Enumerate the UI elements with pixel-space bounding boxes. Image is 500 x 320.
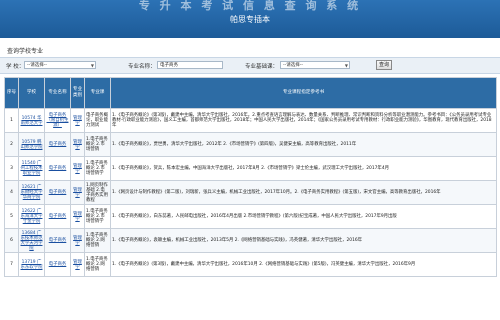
- category-link[interactable]: 管理学: [70, 252, 85, 277]
- col-header-major: 专业名称: [44, 77, 71, 109]
- table-row: 4 12621 广东财经大学华商学院 电子商务 管理学 1.网页制作基础 2.电…: [4, 180, 497, 205]
- course-cell: 1.电子商务概论 2.市场营销学: [84, 204, 111, 229]
- header-banner: 专 升 本 考 试 信 息 查 询 系 统 帕思专插本: [0, 0, 500, 38]
- category-select-value: --请选择--: [283, 63, 303, 68]
- books-cell: 1.《电子商务概论》，袁颖主编，机械工业出版社，2013年5月 2.《网络营销基…: [110, 228, 497, 253]
- school-link[interactable]: 11540 广州工程技术职业学院: [18, 156, 45, 181]
- row-no: 3: [4, 156, 19, 181]
- major-link[interactable]: 电子商务: [44, 156, 71, 181]
- school-link[interactable]: 12621 广东财经大学华商学院: [18, 180, 45, 205]
- course-cell: 1.电子商务概论 2.市场营销: [84, 132, 111, 157]
- major-input-value: 电子商务: [160, 63, 178, 68]
- category-select[interactable]: --请选择-- ▼: [280, 61, 350, 69]
- table-row: 3 11540 广州工程技术职业学院 电子商务 管理学 1.电子商务概论 2.市…: [4, 156, 497, 181]
- school-link[interactable]: 13684 广东技术师范大学天河学院: [18, 228, 45, 253]
- course-cell: 1.电子商务概论 2.网络营销: [84, 252, 111, 277]
- major-link[interactable]: 电子商务: [44, 132, 71, 157]
- section-title: 查询学校专业: [7, 48, 44, 55]
- banner-title: 专 升 本 考 试 信 息 查 询 系 统: [138, 0, 362, 12]
- row-no: 6: [4, 228, 19, 253]
- chevron-down-icon: ▼: [344, 63, 348, 68]
- books-cell: 1.《电子商务概论》(第3版)，戴建中主编，清华大学出版社，2016年。2.重点…: [110, 108, 497, 133]
- category-link[interactable]: 管理学: [70, 228, 85, 253]
- major-link[interactable]: 电子商务: [44, 228, 71, 253]
- row-no: 5: [4, 204, 19, 229]
- school-label: 学 校：: [6, 64, 25, 70]
- books-cell: 1.《电子商务概论》，白东蕊著，人民邮电出版社，2016年4月出版 2.市场营销…: [110, 204, 497, 229]
- table-row: 1 10574 华南师范大学 电子商务（限自招生源） 管理学 电子商务概论，职业…: [4, 108, 497, 133]
- school-link[interactable]: 10579 韩山师范学院: [18, 132, 45, 157]
- row-no: 1: [4, 108, 19, 133]
- books-cell: 1.《电子商务概论》(第3版)，戴建中主编，清华大学出版社，2016年10月 2…: [110, 252, 497, 277]
- books-cell: 1.《电子商务概论》，贺兵，陈本宏主编，中国海洋大学出版社，2017年8月 2.…: [110, 156, 497, 181]
- table-row: 6 13684 广东技术师范大学天河学院 电子商务 管理学 1.电子商务概论 2…: [4, 228, 497, 253]
- books-cell: 1.《网页设计与制作教程》(第二版)，刘瑞新，张兵义主编，机械工业出版社，201…: [110, 180, 497, 205]
- major-link[interactable]: 电子商务（限自招生源）: [44, 108, 71, 133]
- row-no: 7: [4, 252, 19, 277]
- query-button[interactable]: 查询: [376, 60, 392, 70]
- category-link[interactable]: 管理学: [70, 180, 85, 205]
- major-link[interactable]: 电子商务: [44, 180, 71, 205]
- major-input[interactable]: 电子商务: [157, 61, 223, 69]
- row-no: 4: [4, 180, 19, 205]
- banner-subtitle: 帕思专插本: [230, 15, 270, 24]
- table-row: 5 12622 广东海洋大学寸金学院 电子商务 管理学 1.电子商务概论 2.市…: [4, 204, 497, 229]
- school-select[interactable]: --请选择-- ▼: [24, 61, 96, 69]
- school-link[interactable]: 10574 华南师范大学: [18, 108, 45, 133]
- course-cell: 1.电子商务概论 2.网络营销: [84, 228, 111, 253]
- chevron-down-icon: ▼: [90, 63, 94, 68]
- major-link[interactable]: 电子商务: [44, 252, 71, 277]
- category-link[interactable]: 管理学: [70, 204, 85, 229]
- filter-bar: 学 校： --请选择-- ▼ 专业名称： 电子商务 专业基础课： --请选择--…: [0, 57, 500, 74]
- category-label: 专业基础课：: [245, 64, 279, 70]
- col-header-category: 专业类别: [70, 77, 85, 109]
- major-label: 专业名称：: [128, 64, 156, 70]
- category-link[interactable]: 管理学: [70, 156, 85, 181]
- col-header-school: 学校: [18, 77, 45, 109]
- row-no: 2: [4, 132, 19, 157]
- table-row: 7 13719 广东东软学院 电子商务 管理学 1.电子商务概论 2.网络营销 …: [4, 252, 497, 277]
- category-link[interactable]: 管理学: [70, 132, 85, 157]
- school-select-value: --请选择--: [27, 63, 47, 68]
- course-cell: 1.网页制作基础 2.电子商务实用教程: [84, 180, 111, 205]
- course-cell: 1.电子商务概论 2.市场营销学: [84, 156, 111, 181]
- col-header-course: 专业课: [84, 77, 111, 109]
- results-table: 序号 学校 专业名称 专业类别 专业课 专业课程指定参考书 1 10574 华南…: [4, 77, 497, 277]
- school-link[interactable]: 12622 广东海洋大学寸金学院: [18, 204, 45, 229]
- major-link[interactable]: 电子商务: [44, 204, 71, 229]
- course-cell: 电子商务概论，职业能力测试: [84, 108, 111, 133]
- table-header-row: 序号 学校 专业名称 专业类别 专业课 专业课程指定参考书: [4, 77, 497, 109]
- school-link[interactable]: 13719 广东东软学院: [18, 252, 45, 277]
- category-link[interactable]: 管理学: [70, 108, 85, 133]
- col-header-no: 序号: [4, 77, 19, 109]
- col-header-books: 专业课程指定参考书: [110, 77, 497, 109]
- books-cell: 1.《电子商务概论》，贾世勇，清华大学出版社，2012年 2.《市场营销学》(第…: [110, 132, 497, 157]
- table-row: 2 10579 韩山师范学院 电子商务 管理学 1.电子商务概论 2.市场营销 …: [4, 132, 497, 157]
